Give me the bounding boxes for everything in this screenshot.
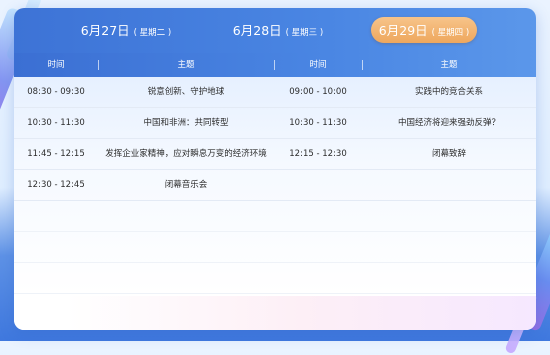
session-topic[interactable]: 中国经济将迎来强劲反弹？ [362,108,536,138]
session-topic[interactable]: 发挥企业家精神，应对瞬息万变的经济环境 [98,139,274,169]
schedule-table-body: 08:30 - 09:30 锐意创新、守护地球 09:00 - 10:00 实践… [14,77,536,294]
session-time: 10:30 - 11:30 [289,118,347,128]
schedule-card: 6月27日( 星期二 ) 6月28日( 星期三 ) 6月29日( 星期四 ) 时… [14,8,536,330]
empty-row [14,201,536,232]
tab-date: 6月27日 [80,23,130,38]
session-time: 11:45 - 12:15 [27,149,85,159]
session-time: 08:30 - 09:30 [27,87,85,97]
table-row: 12:30 - 12:45 闭幕音乐会 [14,170,536,201]
session-topic[interactable]: 锐意创新、守护地球 [98,77,274,107]
table-row: 11:45 - 12:15 发挥企业家精神，应对瞬息万变的经济环境 12:15 … [14,139,536,170]
tab-date: 6月29日 [378,23,428,38]
tab-june-29-active[interactable]: 6月29日( 星期四 ) [371,17,477,43]
session-topic[interactable] [362,170,536,200]
session-time: 12:30 - 12:45 [27,180,85,190]
session-topic[interactable]: 实践中的竞合关系 [362,77,536,107]
table-row: 08:30 - 09:30 锐意创新、守护地球 09:00 - 10:00 实践… [14,77,536,108]
empty-row [14,263,536,294]
table-row: 10:30 - 11:30 中国和非洲：共同转型 10:30 - 11:30 中… [14,108,536,139]
card-footer-glow [14,296,536,330]
date-tabs: 6月27日( 星期二 ) 6月28日( 星期三 ) 6月29日( 星期四 ) [14,8,536,53]
column-header-topic: 主题 [440,60,458,70]
session-time [274,170,362,200]
column-header-time: 时间 [47,60,65,70]
session-topic[interactable]: 中国和非洲：共同转型 [98,108,274,138]
tab-date: 6月28日 [232,23,282,38]
tab-weekday: ( 星期四 ) [431,28,470,38]
tab-weekday: ( 星期三 ) [285,28,324,38]
tab-weekday: ( 星期二 ) [133,28,172,38]
column-header-topic: 主题 [177,60,195,70]
table-header: 时间 主题 时间 主题 [14,53,536,77]
session-topic[interactable]: 闭幕致辞 [362,139,536,169]
tab-june-28[interactable]: 6月28日( 星期三 ) [214,17,342,43]
empty-row [14,232,536,263]
tab-june-27[interactable]: 6月27日( 星期二 ) [62,17,190,43]
column-header-time: 时间 [309,60,327,70]
session-time: 09:00 - 10:00 [289,87,347,97]
session-time: 10:30 - 11:30 [27,118,85,128]
session-time: 12:15 - 12:30 [289,149,347,159]
session-topic[interactable]: 闭幕音乐会 [98,170,274,200]
